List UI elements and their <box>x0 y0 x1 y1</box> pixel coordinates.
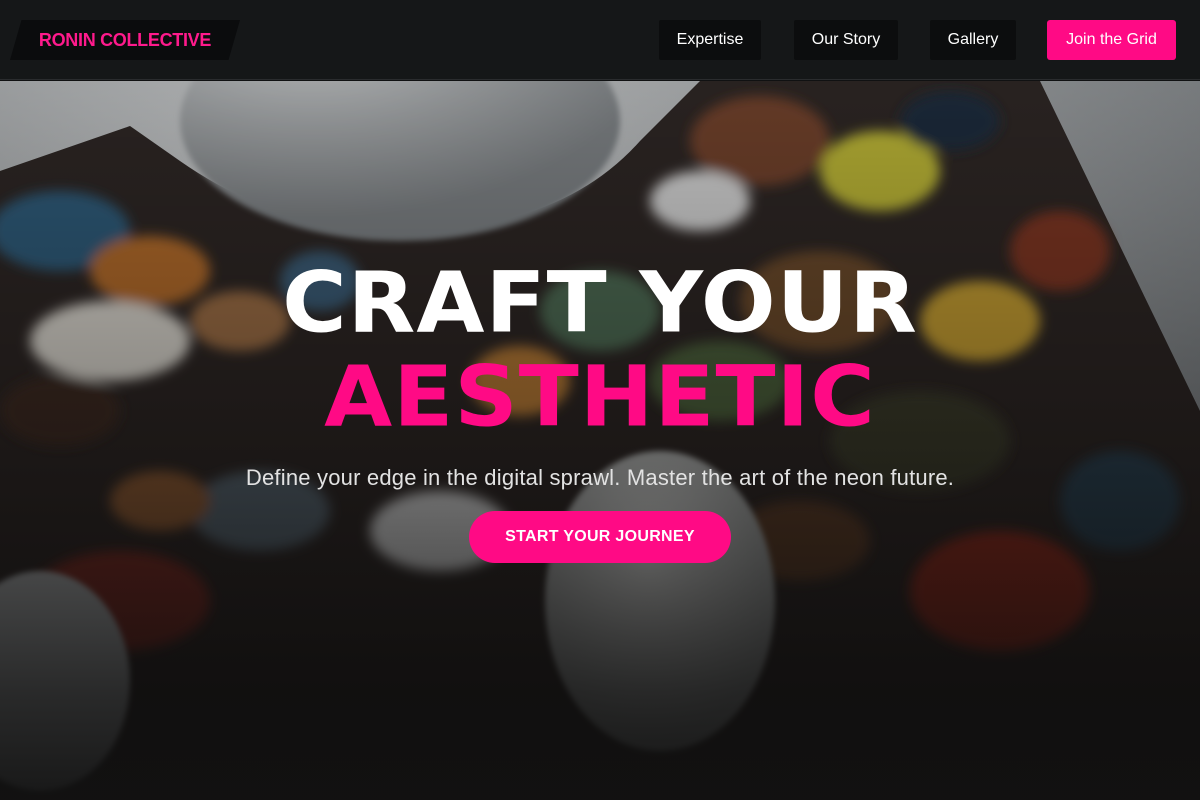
brand-logo[interactable]: RONIN COLLECTIVE <box>10 20 240 60</box>
join-the-grid-button[interactable]: Join the Grid <box>1047 20 1176 60</box>
nav-expertise[interactable]: Expertise <box>659 20 761 60</box>
nav-our-story[interactable]: Our Story <box>794 20 898 60</box>
site-header: RONIN COLLECTIVE Expertise Our Story Gal… <box>0 0 1200 80</box>
hero-headline-line1: CRAFT YOUR <box>282 253 918 352</box>
start-journey-button[interactable]: START YOUR JOURNEY <box>469 511 731 563</box>
brand-logo-text: RONIN COLLECTIVE <box>38 29 212 50</box>
hero-subtitle: Define your edge in the digital sprawl. … <box>245 465 955 490</box>
hero-content: CRAFT YOUR AESTHETIC Define your edge in… <box>0 255 1200 563</box>
nav-gallery[interactable]: Gallery <box>930 20 1016 60</box>
hero-headline-line2: AESTHETIC <box>324 347 876 446</box>
